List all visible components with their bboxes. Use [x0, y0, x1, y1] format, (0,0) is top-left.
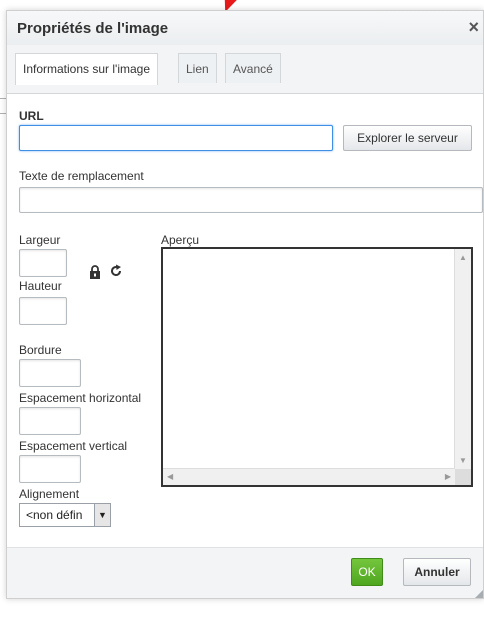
tab-link[interactable]: Lien	[178, 53, 217, 83]
height-label: Hauteur	[19, 279, 62, 293]
tab-advanced[interactable]: Avancé	[225, 53, 281, 83]
scroll-left-icon[interactable]: ◀	[167, 472, 173, 481]
url-input[interactable]	[19, 125, 333, 151]
url-label: URL	[19, 109, 44, 123]
width-input[interactable]	[19, 249, 67, 277]
border-label: Bordure	[19, 343, 62, 357]
cancel-button[interactable]: Annuler	[403, 558, 471, 586]
scroll-right-icon[interactable]: ▶	[445, 472, 451, 481]
vertical-scrollbar[interactable]: ▲ ▼	[454, 249, 471, 469]
reset-size-icon[interactable]	[109, 264, 123, 281]
alignment-select-value: <non défin	[26, 508, 83, 522]
resize-grip-icon[interactable]	[475, 590, 483, 598]
preview-label: Aperçu	[161, 233, 200, 247]
lock-icon[interactable]	[89, 265, 101, 282]
border-input[interactable]	[19, 359, 81, 387]
preview-area: ▲ ▼ ◀ ▶	[161, 247, 473, 487]
alt-text-label: Texte de remplacement	[19, 169, 144, 183]
width-label: Largeur	[19, 233, 61, 247]
alignment-label: Alignement	[19, 487, 80, 501]
vspace-label: Espacement vertical	[19, 439, 128, 453]
scroll-up-icon[interactable]: ▲	[459, 253, 467, 262]
scroll-down-icon[interactable]: ▼	[459, 456, 467, 465]
browse-server-button[interactable]: Explorer le serveur	[343, 125, 472, 151]
chevron-down-icon[interactable]: ▼	[94, 504, 110, 526]
tab-bar: Informations sur l'image Lien Avancé	[7, 45, 483, 94]
alt-text-input[interactable]	[19, 187, 483, 213]
hspace-input[interactable]	[19, 407, 81, 435]
horizontal-scrollbar[interactable]: ◀ ▶	[163, 468, 455, 485]
height-input[interactable]	[19, 297, 67, 325]
alignment-select[interactable]: <non défin ▼	[19, 503, 111, 527]
dialog-footer: OK Annuler	[7, 547, 483, 598]
ok-button[interactable]: OK	[351, 558, 383, 586]
close-icon[interactable]: ×	[468, 17, 479, 38]
image-properties-dialog: Propriétés de l'image × Informations sur…	[6, 10, 484, 599]
dialog-titlebar[interactable]: Propriétés de l'image ×	[7, 11, 483, 46]
vspace-input[interactable]	[19, 455, 81, 483]
scrollbar-corner	[455, 469, 471, 485]
dialog-title: Propriétés de l'image	[17, 20, 169, 37]
tab-image-info[interactable]: Informations sur l'image	[15, 53, 159, 85]
hspace-label: Espacement horizontal	[19, 391, 142, 405]
